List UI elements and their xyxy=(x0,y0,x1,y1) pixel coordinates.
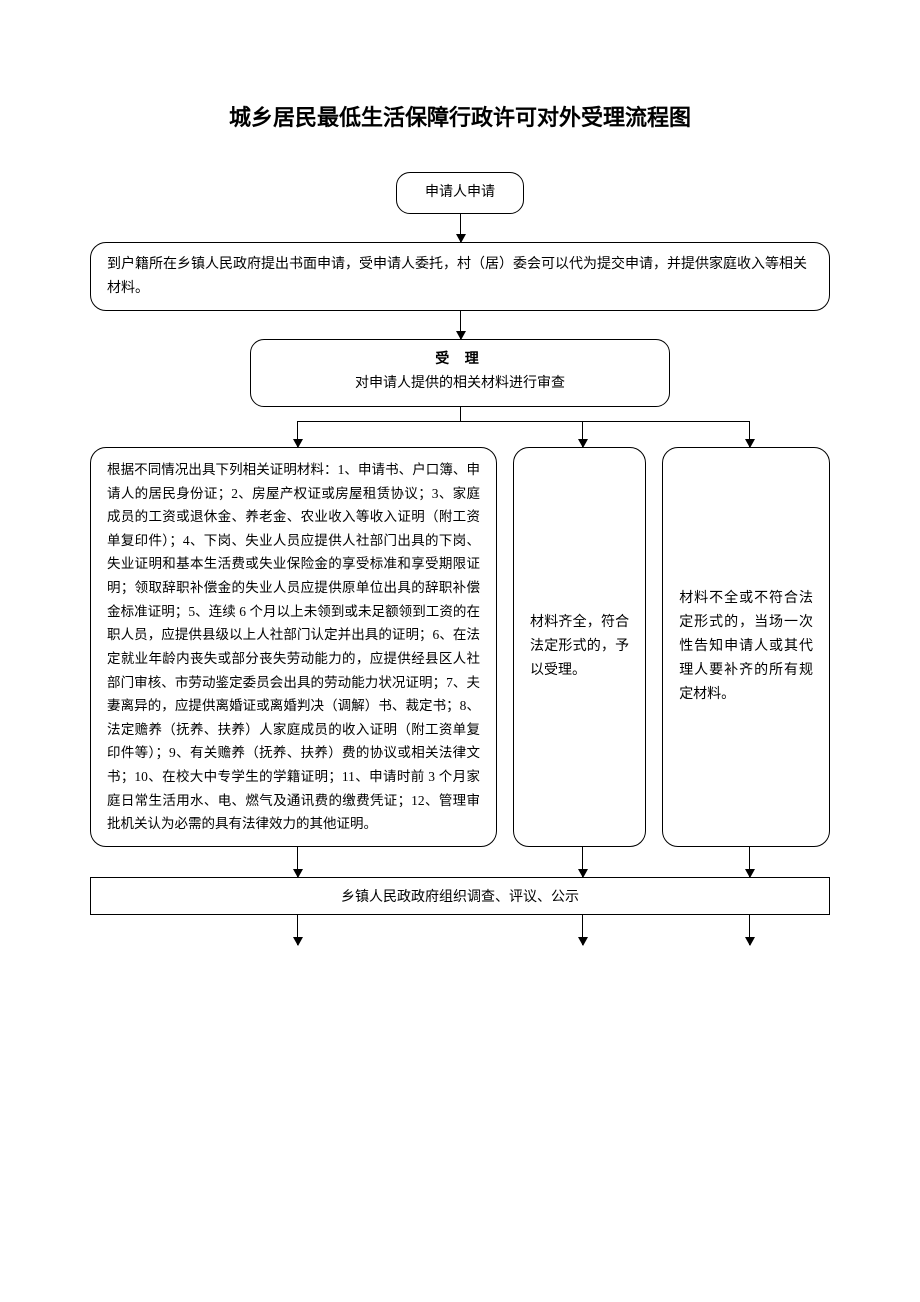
exit-arrows xyxy=(90,915,830,945)
node-submit: 到户籍所在乡镇人民政府提出书面申请，受申请人委托，村（居）委会可以代为提交申请，… xyxy=(90,242,830,312)
arrow-icon xyxy=(460,311,461,339)
node-complete: 材料齐全，符合法定形式的，予以受理。 xyxy=(513,447,646,847)
merge-arrows xyxy=(90,847,830,877)
accept-subtitle: 对申请人提供的相关材料进行审查 xyxy=(355,376,565,391)
arrow-icon xyxy=(460,214,461,242)
node-apply: 申请人申请 xyxy=(396,172,524,214)
node-incomplete: 材料不全或不符合法定形式的，当场一次性告知申请人或其代理人要补齐的所有规定材料。 xyxy=(662,447,830,847)
node-accept: 受 理 对申请人提供的相关材料进行审查 xyxy=(250,339,670,407)
page-title: 城乡居民最低生活保障行政许可对外受理流程图 xyxy=(90,100,830,132)
node-investigate: 乡镇人民政政府组织调查、评议、公示 xyxy=(90,877,830,915)
branch-row: 根据不同情况出具下列相关证明材料：1、申请书、户口簿、申请人的居民身份证；2、房… xyxy=(90,447,830,847)
flowchart: 申请人申请 到户籍所在乡镇人民政府提出书面申请，受申请人委托，村（居）委会可以代… xyxy=(90,172,830,945)
accept-title: 受 理 xyxy=(263,348,657,372)
split-connector xyxy=(90,407,830,447)
node-materials: 根据不同情况出具下列相关证明材料：1、申请书、户口簿、申请人的居民身份证；2、房… xyxy=(90,447,497,847)
